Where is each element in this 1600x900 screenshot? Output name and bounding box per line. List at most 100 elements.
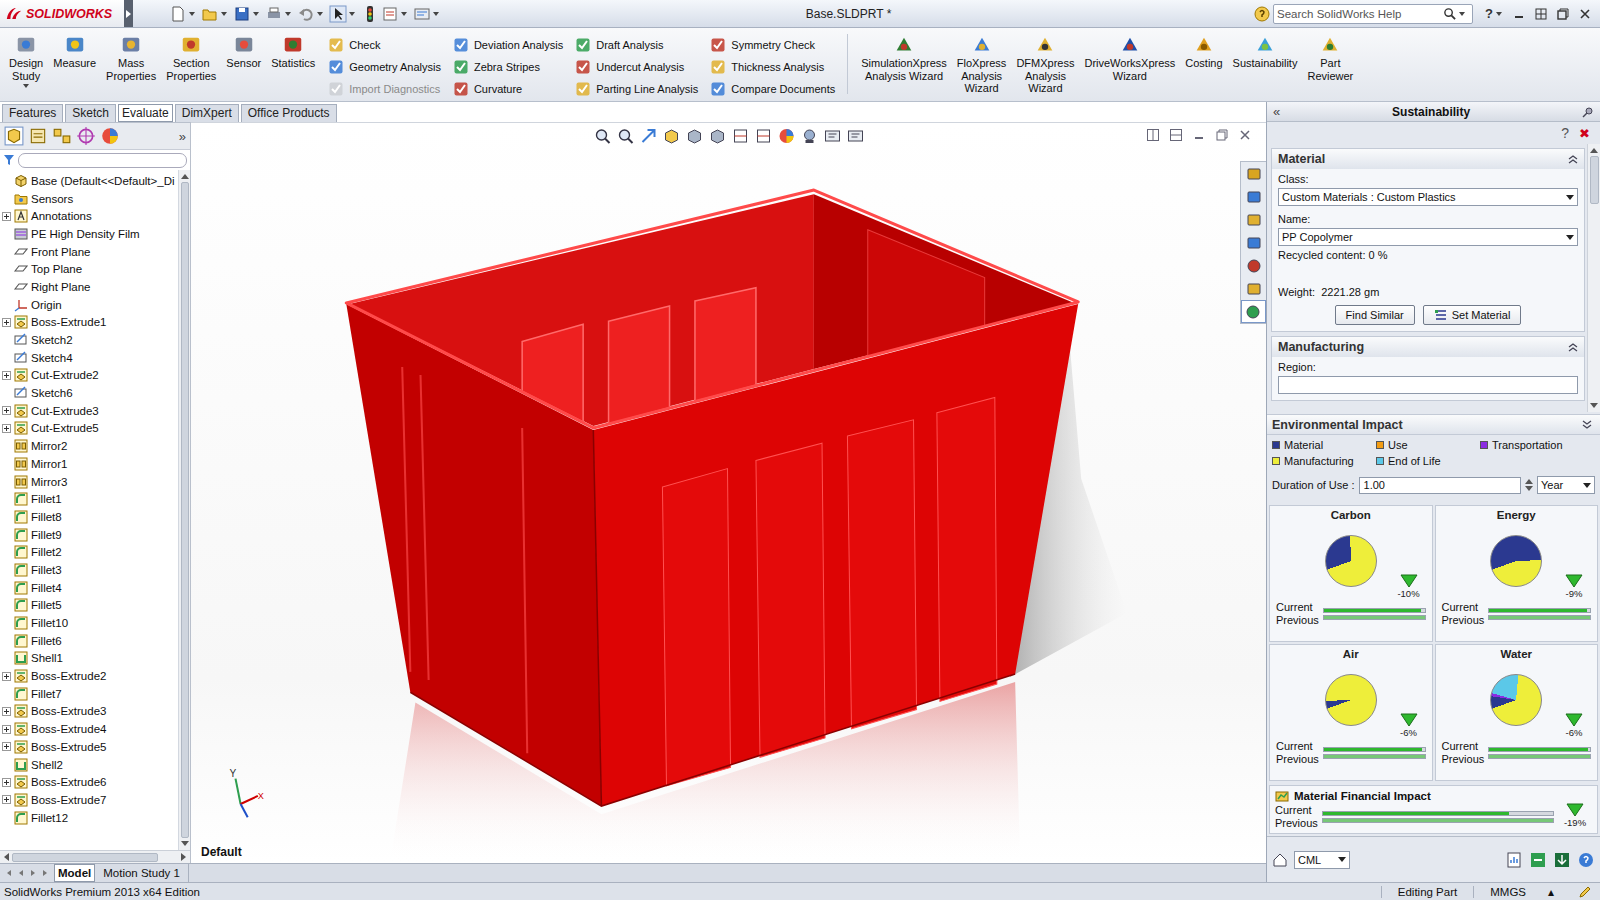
tree-item[interactable]: Boss-Extrude7 bbox=[0, 791, 178, 809]
task-pane-tab[interactable] bbox=[1241, 208, 1266, 231]
tree-item[interactable]: Fillet6 bbox=[0, 632, 178, 650]
ribbon-button[interactable]: DFMXpress Analysis Wizard bbox=[1011, 34, 1079, 95]
view-tool-icon[interactable] bbox=[685, 127, 703, 145]
view-tool-icon[interactable] bbox=[639, 127, 657, 145]
impact-card[interactable]: Air-6%CurrentPrevious bbox=[1269, 644, 1433, 781]
options-icon[interactable] bbox=[413, 5, 431, 23]
tree-item[interactable]: Fillet4 bbox=[0, 579, 178, 597]
expand-plus-icon[interactable] bbox=[2, 742, 11, 751]
financial-impact[interactable]: Material Financial ImpactCurrentPrevious… bbox=[1269, 785, 1598, 834]
scroll-thumb[interactable] bbox=[12, 853, 158, 862]
ribbon-button[interactable]: Statistics bbox=[266, 34, 320, 70]
new-icon[interactable] bbox=[169, 5, 187, 23]
impact-card[interactable]: Water-6%CurrentPrevious bbox=[1435, 644, 1599, 781]
ribbon-small-button[interactable]: Draft Analysis bbox=[575, 34, 698, 56]
tree-item[interactable]: Boss-Extrude1 bbox=[0, 314, 178, 332]
set-baseline-icon[interactable] bbox=[1529, 851, 1547, 869]
dropdown-arrow-icon[interactable] bbox=[401, 12, 407, 16]
scroll-thumb[interactable] bbox=[181, 182, 189, 838]
command-tab[interactable]: DimXpert bbox=[175, 104, 239, 122]
section-header[interactable]: Manufacturing bbox=[1272, 337, 1584, 357]
expand-plus-icon[interactable] bbox=[2, 371, 11, 380]
spin-down-icon[interactable] bbox=[1525, 486, 1533, 491]
ribbon-small-button[interactable]: Curvature bbox=[453, 78, 563, 100]
ribbon-small-button[interactable]: Parting Line Analysis bbox=[575, 78, 698, 100]
home-icon[interactable] bbox=[1272, 852, 1288, 868]
database-dropdown[interactable]: CML bbox=[1294, 851, 1350, 869]
view-tool-icon[interactable] bbox=[846, 127, 864, 145]
ribbon-small-button[interactable]: Undercut Analysis bbox=[575, 56, 698, 78]
help-button[interactable]: ? bbox=[1485, 6, 1493, 21]
tree-item[interactable]: Fillet10 bbox=[0, 614, 178, 632]
open-icon[interactable] bbox=[201, 5, 219, 23]
tree-item[interactable]: Fillet1 bbox=[0, 490, 178, 508]
dropdown-arrow-icon[interactable] bbox=[253, 12, 259, 16]
split-horizontal-icon[interactable] bbox=[1169, 128, 1183, 142]
dropdown-arrow-icon[interactable] bbox=[1496, 12, 1502, 16]
ribbon-small-button[interactable]: Zebra Stripes bbox=[453, 56, 563, 78]
tree-item[interactable]: Boss-Extrude3 bbox=[0, 703, 178, 721]
tab-scroll-icon[interactable] bbox=[28, 868, 38, 878]
view-tool-icon[interactable] bbox=[708, 127, 726, 145]
tree-item[interactable]: Fillet9 bbox=[0, 526, 178, 544]
tab-scroll-icon[interactable] bbox=[16, 868, 26, 878]
ribbon-button[interactable]: Measure bbox=[48, 34, 101, 70]
view-tool-icon[interactable] bbox=[777, 127, 795, 145]
scroll-thumb[interactable] bbox=[1590, 156, 1599, 204]
tree-item[interactable]: Sensors bbox=[0, 190, 178, 208]
view-tool-icon[interactable] bbox=[823, 127, 841, 145]
minimize-icon[interactable] bbox=[1512, 7, 1526, 21]
ribbon-button[interactable]: Part Reviewer bbox=[1302, 34, 1358, 82]
view-tool-icon[interactable] bbox=[616, 127, 634, 145]
select-icon[interactable] bbox=[329, 5, 347, 23]
close-icon[interactable] bbox=[1578, 7, 1592, 21]
tree-item[interactable]: Fillet3 bbox=[0, 561, 178, 579]
print-icon[interactable] bbox=[265, 5, 283, 23]
collapse-button[interactable]: « bbox=[1273, 104, 1280, 119]
tree-item[interactable]: Boss-Extrude2 bbox=[0, 667, 178, 685]
graphics-area[interactable]: YXDefault bbox=[191, 122, 1266, 863]
tree-item[interactable]: Base (Default<<Default>_Di bbox=[0, 172, 178, 190]
tree-item[interactable]: Shell2 bbox=[0, 756, 178, 774]
rebuild-icon[interactable] bbox=[361, 5, 379, 23]
property-manager-icon[interactable] bbox=[28, 126, 48, 146]
view-tool-icon[interactable] bbox=[731, 127, 749, 145]
document-tab[interactable]: Motion Study 1 bbox=[95, 864, 189, 882]
name-dropdown[interactable]: PP Copolymer bbox=[1278, 228, 1578, 246]
view-tool-icon[interactable] bbox=[800, 127, 818, 145]
dropdown-arrow-icon[interactable] bbox=[1459, 12, 1465, 16]
menu-expand-button[interactable] bbox=[124, 0, 133, 27]
save-icon[interactable] bbox=[233, 5, 251, 23]
restore-icon[interactable] bbox=[1215, 128, 1229, 142]
tree-item[interactable]: Shell1 bbox=[0, 650, 178, 668]
region-dropdown[interactable] bbox=[1278, 376, 1578, 394]
configuration-manager-icon[interactable] bbox=[52, 126, 72, 146]
ribbon-button[interactable]: SimulationXpress Analysis Wizard bbox=[856, 34, 952, 82]
feature-tree-icon[interactable] bbox=[4, 126, 24, 146]
scroll-up-icon[interactable] bbox=[1590, 147, 1598, 153]
tree-item[interactable]: PE High Density Film bbox=[0, 225, 178, 243]
tree-item[interactable]: Right Plane bbox=[0, 278, 178, 296]
tree-item[interactable]: Fillet2 bbox=[0, 543, 178, 561]
split-vertical-icon[interactable] bbox=[1146, 128, 1160, 142]
task-pane-tab[interactable] bbox=[1241, 277, 1266, 300]
ribbon-button[interactable]: Sustainability bbox=[1228, 34, 1303, 70]
help-icon[interactable] bbox=[1577, 851, 1595, 869]
task-pane-tab[interactable] bbox=[1241, 162, 1266, 185]
section-header[interactable]: Material bbox=[1272, 149, 1584, 169]
scroll-right-icon[interactable] bbox=[181, 853, 187, 861]
tree-item[interactable]: Fillet12 bbox=[0, 809, 178, 827]
expand-plus-icon[interactable] bbox=[2, 795, 11, 804]
impact-card[interactable]: Energy-9%CurrentPrevious bbox=[1435, 505, 1599, 642]
filter-field[interactable] bbox=[18, 153, 187, 168]
dropdown-arrow-icon[interactable] bbox=[317, 12, 323, 16]
ribbon-small-button[interactable]: Compare Documents bbox=[710, 78, 835, 100]
more-tabs-button[interactable]: » bbox=[179, 129, 186, 144]
task-pane-tab[interactable] bbox=[1241, 231, 1266, 254]
dropdown-arrow-icon[interactable] bbox=[349, 12, 355, 16]
tab-scroll-icon[interactable] bbox=[40, 868, 50, 878]
tree-item[interactable]: Sketch4 bbox=[0, 349, 178, 367]
props-icon[interactable] bbox=[381, 5, 399, 23]
expand-plus-icon[interactable] bbox=[2, 725, 11, 734]
tree-item[interactable]: Mirror3 bbox=[0, 473, 178, 491]
